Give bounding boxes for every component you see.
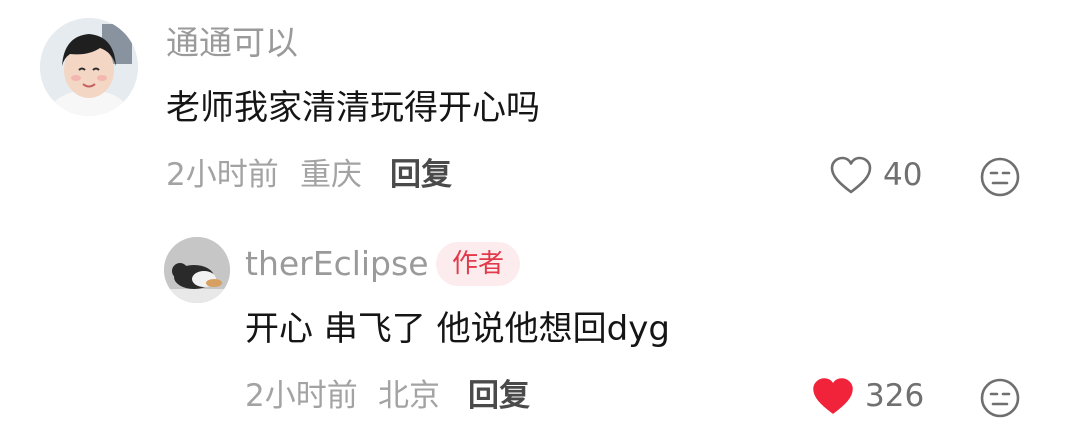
dislike-face-icon [980,378,1020,418]
dislike-face-icon [980,157,1020,197]
avatar-image [40,18,138,116]
reply-button[interactable]: 回复 [468,381,530,412]
heart-icon [813,378,853,414]
comment-location: 重庆 [300,157,362,193]
like-count: 40 [883,156,923,193]
comment-username[interactable]: 通通可以 [166,26,298,59]
reply-username[interactable]: therEclipse [245,247,429,280]
comment-text: 老师我家清清玩得开心吗 [166,88,540,128]
like-count: 326 [865,377,925,414]
dislike-button[interactable] [978,376,1022,420]
author-badge: 作者 [436,242,520,286]
like-button[interactable]: 40 [829,155,922,195]
avatar-image [164,237,230,303]
reply-text: 开心 串飞了 他说他想回dyg [245,309,670,349]
avatar[interactable] [40,18,138,116]
reply-avatar[interactable] [164,237,230,303]
reply-location: 北京 [378,378,440,414]
dislike-button[interactable] [978,155,1022,199]
heart-icon [830,156,872,194]
reply-time: 2小时前 [245,378,358,414]
comment-time: 2小时前 [166,157,279,193]
reply-button[interactable]: 回复 [390,160,452,191]
like-button[interactable]: 326 [811,376,924,416]
